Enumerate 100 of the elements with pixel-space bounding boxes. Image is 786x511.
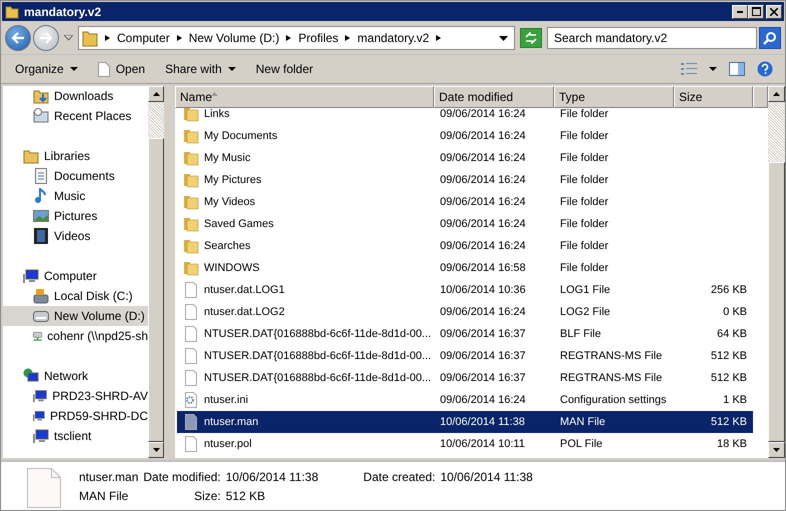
file-row[interactable]: My Documents 09/06/2014 16:24 File folder xyxy=(177,125,753,147)
nav-item[interactable]: Pictures xyxy=(3,206,148,226)
type-cell-text: LOG1 File xyxy=(559,284,612,296)
breadcrumb[interactable]: mandatory.v2 xyxy=(357,31,430,45)
nav-item[interactable]: Local Disk (C:) xyxy=(3,286,148,306)
forward-button[interactable] xyxy=(33,25,59,51)
nav-item[interactable]: tsclient xyxy=(3,426,148,446)
folder-icon xyxy=(82,29,98,47)
file-row[interactable]: Saved Games 09/06/2014 16:24 File folder xyxy=(177,213,753,235)
file-row[interactable]: ntuser.ini 09/06/2014 16:24 Configuration settings 1 KB xyxy=(177,389,753,411)
column-header[interactable]: Date modified xyxy=(434,86,554,108)
file-row[interactable]: My Music 09/06/2014 16:24 File folder xyxy=(177,147,753,169)
nav-item[interactable]: PRD59-SHRD-DC xyxy=(3,406,148,426)
type-cell-text: File folder xyxy=(559,130,610,142)
file-row[interactable]: Links 09/06/2014 16:24 File folder xyxy=(177,108,753,125)
chevron-icon xyxy=(286,35,292,41)
nav-item[interactable]: Videos xyxy=(3,226,148,246)
folder-icon xyxy=(183,194,199,210)
date-cell-text: 10/06/2014 10:36 xyxy=(439,284,527,296)
nav-item[interactable]: New Volume (D:) xyxy=(3,306,148,326)
file-row[interactable]: NTUSER.DAT{016888bd-6c6f-11de-8d1d-00... 09/06/2014 16:37 REGTRANS-MS File 512 KB xyxy=(177,345,753,367)
size-cell-text: 18 KB xyxy=(716,438,748,450)
file-row[interactable]: Searches 09/06/2014 16:24 File folder xyxy=(177,235,753,257)
type-cell-text: REGTRANS-MS File xyxy=(559,350,664,362)
dropdown-arrow-icon[interactable] xyxy=(709,67,717,71)
scroll-up-button[interactable] xyxy=(148,86,164,102)
help-icon[interactable] xyxy=(757,61,773,77)
file-row[interactable]: ntuser.dat.LOG2 09/06/2014 16:24 LOG2 File 0 KB xyxy=(177,301,753,323)
window-title: mandatory.v2 xyxy=(24,4,102,18)
size-cell-text: 512 KB xyxy=(710,416,748,428)
nav-item[interactable]: Music xyxy=(3,186,148,206)
type-cell-text: File folder xyxy=(559,108,610,120)
breadcrumb[interactable]: Computer xyxy=(117,31,170,45)
file-name: NTUSER.DAT{016888bd-6c6f-11de-8d1d-00... xyxy=(204,350,432,362)
nav-item[interactable]: Recent Places xyxy=(3,106,148,126)
toolbar-button[interactable]: Organize xyxy=(7,59,86,79)
minimize-icon xyxy=(737,10,743,12)
caret-icon xyxy=(70,67,78,71)
file-row[interactable]: ntuser.dat.LOG1 10/06/2014 10:36 LOG1 File 256 KB xyxy=(177,279,753,301)
file-name: NTUSER.DAT{016888bd-6c6f-11de-8d1d-00... xyxy=(204,328,432,340)
date-cell-text: 09/06/2014 16:37 xyxy=(439,328,527,340)
breadcrumb[interactable]: New Volume (D:) xyxy=(188,31,280,45)
minimize-button[interactable] xyxy=(732,4,748,18)
type-cell-text: File folder xyxy=(559,218,610,230)
search-icon xyxy=(763,31,777,45)
maximize-button[interactable] xyxy=(748,4,764,18)
column-header[interactable]: Size xyxy=(674,86,753,108)
chevron-icon xyxy=(345,35,350,41)
file-row[interactable]: NTUSER.DAT{016888bd-6c6f-11de-8d1d-00... 09/06/2014 16:37 BLF File 64 KB xyxy=(177,323,753,345)
address-bar[interactable]: Computer New Volume (D:) Profiles mandatory.v2 xyxy=(78,26,515,50)
search-field[interactable]: Search mandatory.v2 xyxy=(547,27,757,49)
toolbar-button[interactable]: New folder xyxy=(248,59,322,79)
up-arrow-icon xyxy=(152,92,160,96)
detail-value: 10/06/2014 11:38 xyxy=(226,470,318,484)
type-cell-text: Configuration settings xyxy=(559,394,668,406)
close-button[interactable] xyxy=(766,4,782,18)
landscape-image-icon xyxy=(33,208,49,224)
nav-item[interactable]: cohenr (\\npd25-sh xyxy=(3,326,148,346)
file-row[interactable]: ntuser.man 10/06/2014 11:38 MAN File 512 KB xyxy=(177,411,753,433)
preview-pane-icon[interactable] xyxy=(729,62,745,76)
up-arrow-icon xyxy=(773,92,780,96)
detail-label: Date modified: xyxy=(143,470,221,484)
toolbar-button[interactable]: Open xyxy=(90,58,154,80)
details-file-name: ntuser.man xyxy=(79,470,138,484)
nav-item[interactable]: Network xyxy=(3,366,148,386)
breadcrumb[interactable]: Profiles xyxy=(298,31,338,45)
file-icon xyxy=(183,348,199,364)
scroll-up-button[interactable] xyxy=(768,86,785,102)
folder-icon xyxy=(183,172,199,188)
toolbar-button[interactable]: Share with xyxy=(157,59,244,79)
nav-item[interactable]: PRD23-SHRD-AV xyxy=(3,386,148,406)
column-header[interactable]: Name xyxy=(175,86,434,108)
file-name: ntuser.ini xyxy=(204,394,248,406)
chevron-icon xyxy=(436,35,442,41)
file-icon xyxy=(183,326,199,342)
file-icon xyxy=(183,414,199,430)
dropdown-arrow-icon[interactable] xyxy=(499,36,508,40)
back-button[interactable] xyxy=(5,25,31,51)
nav-item[interactable]: Libraries xyxy=(3,146,148,166)
file-row[interactable]: WINDOWS 09/06/2014 16:58 File folder xyxy=(177,257,753,279)
nav-item[interactable]: Documents xyxy=(3,166,148,186)
folder-icon xyxy=(183,238,199,254)
nav-item[interactable]: Computer xyxy=(3,266,148,286)
search-button[interactable] xyxy=(759,27,781,49)
type-cell-text: LOG2 File xyxy=(559,306,612,318)
date-cell-text: 09/06/2014 16:24 xyxy=(439,394,527,406)
nav-item[interactable]: Downloads xyxy=(3,86,148,106)
file-name: WINDOWS xyxy=(204,262,260,274)
file-row[interactable]: My Videos 09/06/2014 16:24 File folder xyxy=(177,191,753,213)
refresh-button[interactable] xyxy=(520,28,542,48)
file-row[interactable]: ntuser.pol 10/06/2014 10:11 POL File 18 KB xyxy=(177,433,753,455)
file-row[interactable]: NTUSER.DAT{016888bd-6c6f-11de-8d1d-00... 09/06/2014 16:37 REGTRANS-MS File 512 KB xyxy=(177,367,753,389)
scroll-down-button[interactable] xyxy=(148,442,164,458)
scroll-down-button[interactable] xyxy=(768,442,785,458)
folder-icon xyxy=(183,108,199,122)
scrollbar-thumb[interactable] xyxy=(768,162,785,442)
detail-label: Date created: xyxy=(363,470,436,484)
column-header[interactable]: Type xyxy=(554,86,674,108)
file-name: ntuser.pol xyxy=(204,438,252,450)
file-row[interactable]: My Pictures 09/06/2014 16:24 File folder xyxy=(177,169,753,191)
